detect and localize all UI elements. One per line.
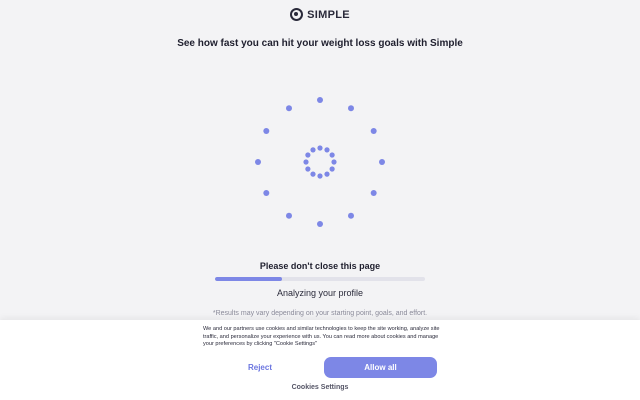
spinner-outer-dot (255, 159, 261, 165)
spinner-inner-dot (317, 173, 323, 179)
progress-fill (215, 277, 283, 281)
spinner-inner-dot (310, 171, 316, 177)
spinner-outer-dot (348, 212, 354, 219)
spinner-inner-dot (310, 147, 316, 153)
spinner-inner-dot (324, 147, 330, 153)
allow-all-cookies-button[interactable]: Allow all (324, 357, 437, 378)
spinner-outer-dot (286, 105, 292, 112)
spinner-inner-dot (305, 166, 311, 172)
progress-bar (215, 277, 425, 281)
spinner-inner-dot (324, 171, 330, 177)
spinner-outer-dot (317, 97, 323, 103)
spinner-outer-dot (263, 128, 270, 134)
spinner-outer-dot (348, 105, 354, 112)
spinner-outer-dot (379, 159, 385, 165)
spinner-outer-dot (263, 190, 270, 196)
spinner-outer-dot (370, 128, 377, 134)
spinner-inner-dot (317, 145, 323, 151)
do-not-close-note: Please don't close this page (259, 261, 381, 271)
spinner-inner-dot (303, 159, 309, 165)
spinner-inner-dot (305, 152, 311, 158)
spinner-inner-dot (329, 152, 335, 158)
cookie-settings-link[interactable]: Cookies Settings (0, 384, 640, 391)
cookie-banner: We and our partners use cookies and simi… (0, 320, 640, 400)
reject-cookies-button[interactable]: Reject (204, 357, 316, 377)
spinner-outer-dot (370, 190, 377, 196)
spinner-inner-dot (329, 166, 335, 172)
spinner-outer-dot (286, 212, 292, 219)
spinner-outer-ring (255, 97, 385, 227)
spinner-inner-dot (331, 159, 337, 165)
results-disclaimer: *Results may vary depending on your star… (212, 310, 428, 317)
cookie-banner-text: We and our partners use cookies and simi… (203, 326, 440, 348)
spinner-inner-ring (303, 145, 337, 179)
status-text: Analyzing your profile (276, 288, 364, 298)
spinner-outer-dot (317, 221, 323, 227)
